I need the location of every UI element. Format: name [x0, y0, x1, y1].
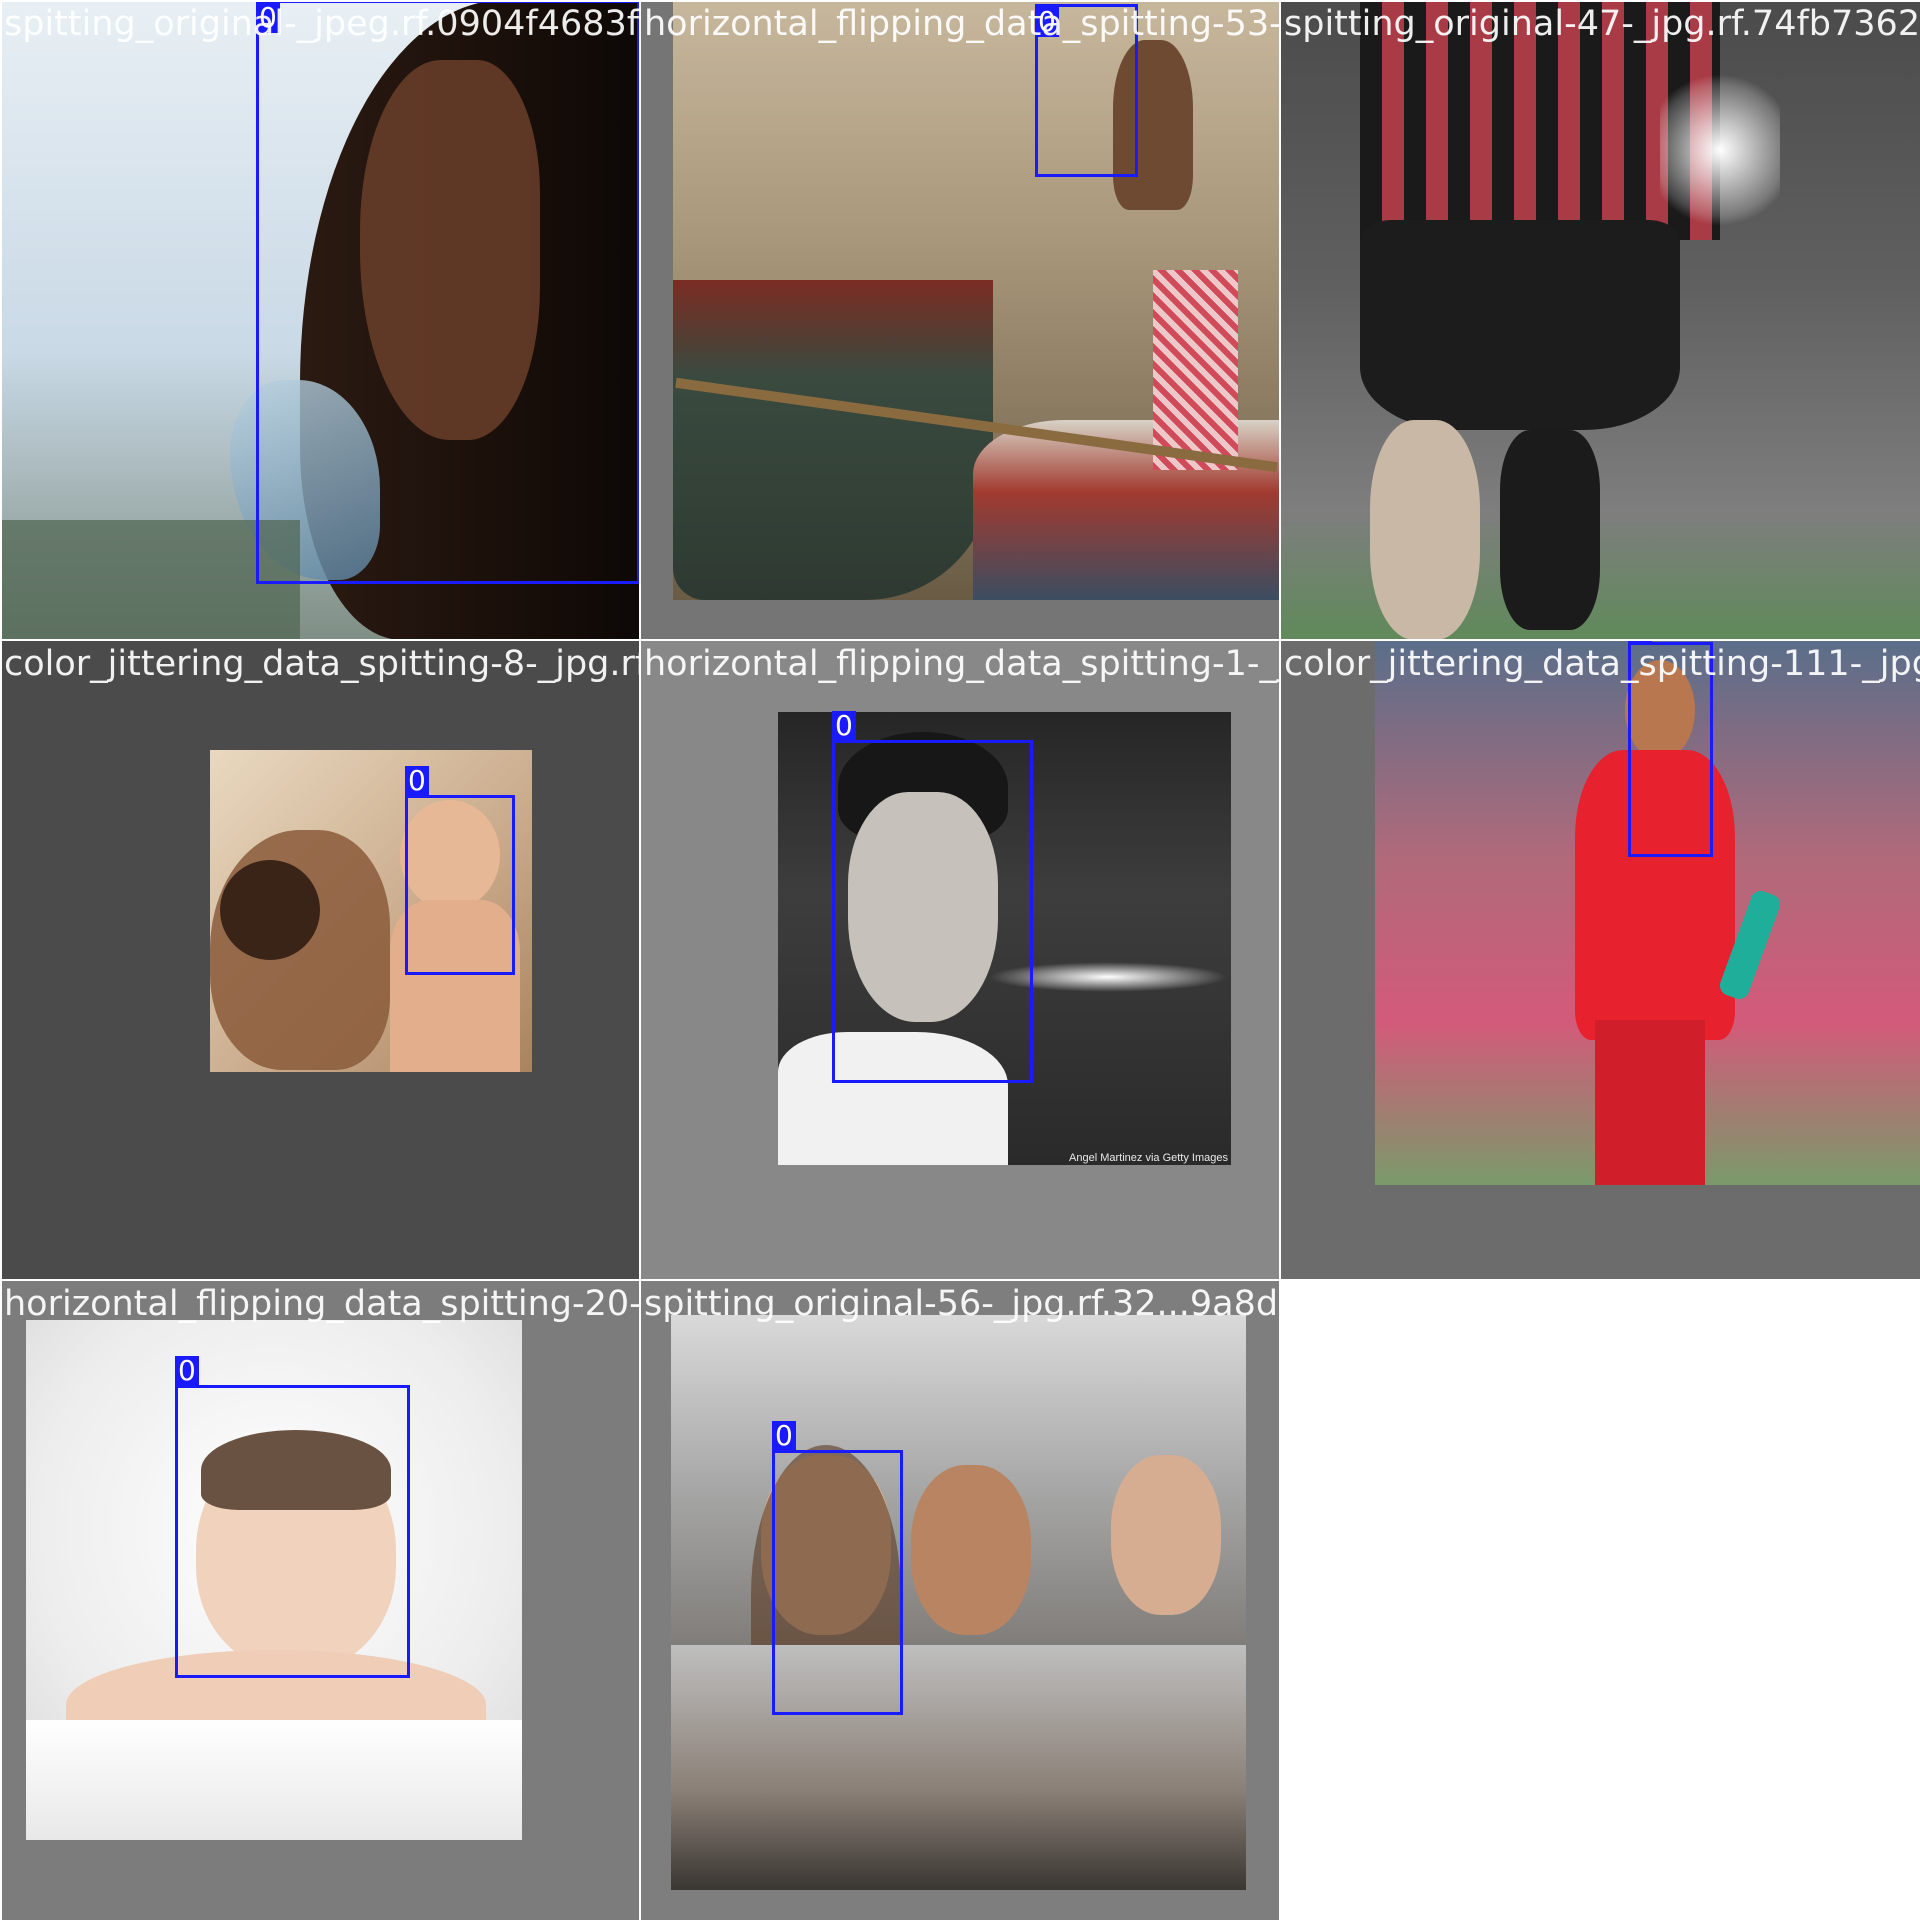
photo-credit: Angel Martinez via Getty Images [1069, 1152, 1228, 1164]
mosaic-tile-empty [1280, 1280, 1920, 1920]
image-filename: spitting_original-_jpeg.rf.0904f4683f9 [4, 4, 640, 44]
detection-box: 0 [832, 711, 1033, 1083]
grid-divider [0, 0, 1920, 2]
mosaic-tile-6: 0 color_jittering_data_spitting-111-_jpg… [1280, 640, 1920, 1280]
mosaic-tile-8: 0 spitting_original-56-_jpg.rf.32...9a8d… [640, 1280, 1280, 1920]
class-label: 0 [832, 711, 856, 741]
image-filename: spitting_original-56-_jpg.rf.32...9a8d06… [644, 1284, 1280, 1324]
grid-divider [0, 639, 1920, 641]
detection-box: 0 [405, 766, 515, 975]
photo-festival-crowd [671, 1315, 1246, 1890]
mosaic-tile-3: spitting_original-47-_jpg.rf.74fb73622a [1280, 0, 1920, 640]
class-label: 0 [405, 766, 429, 796]
image-filename: horizontal_flipping_data_spitting-20-_jp [4, 1284, 640, 1324]
image-filename: horizontal_flipping_data_spitting-53-_j [644, 4, 1280, 44]
detection-box: 0 [256, 0, 640, 584]
grid-divider [0, 0, 2, 1920]
grid-divider [0, 1279, 1920, 1281]
mosaic-tile-7: 0 horizontal_flipping_data_spitting-20-_… [0, 1280, 640, 1920]
mosaic-tile-4: 0 color_jittering_data_spitting-8-_jpg.r… [0, 640, 640, 1280]
mosaic-tile-1: 0 spitting_original-_jpeg.rf.0904f4683f9 [0, 0, 640, 640]
class-label: 0 [772, 1421, 796, 1451]
photo-footballer-spitting [1280, 0, 1920, 640]
detection-box: 0 [175, 1356, 410, 1678]
grid-divider [639, 0, 641, 1920]
photo-boy-on-boat [673, 0, 1280, 600]
mosaic-grid: 0 spitting_original-_jpeg.rf.0904f4683f9… [0, 0, 1920, 1920]
image-filename: spitting_original-47-_jpg.rf.74fb73622a [1284, 4, 1920, 44]
mosaic-tile-5: 0 Angel Martinez via Getty Images horizo… [640, 640, 1280, 1280]
detection-box: 0 [772, 1421, 903, 1715]
class-label: 0 [175, 1356, 199, 1386]
grid-divider [1279, 0, 1281, 1920]
image-filename: horizontal_flipping_data_spitting-1-_jpg [644, 644, 1280, 684]
image-filename: color_jittering_data_spitting-8-_jpg.rf. [4, 644, 640, 684]
image-filename: color_jittering_data_spitting-111-_jpg. [1284, 644, 1920, 684]
mosaic-tile-2: 0 horizontal_flipping_data_spitting-53-_… [640, 0, 1280, 640]
